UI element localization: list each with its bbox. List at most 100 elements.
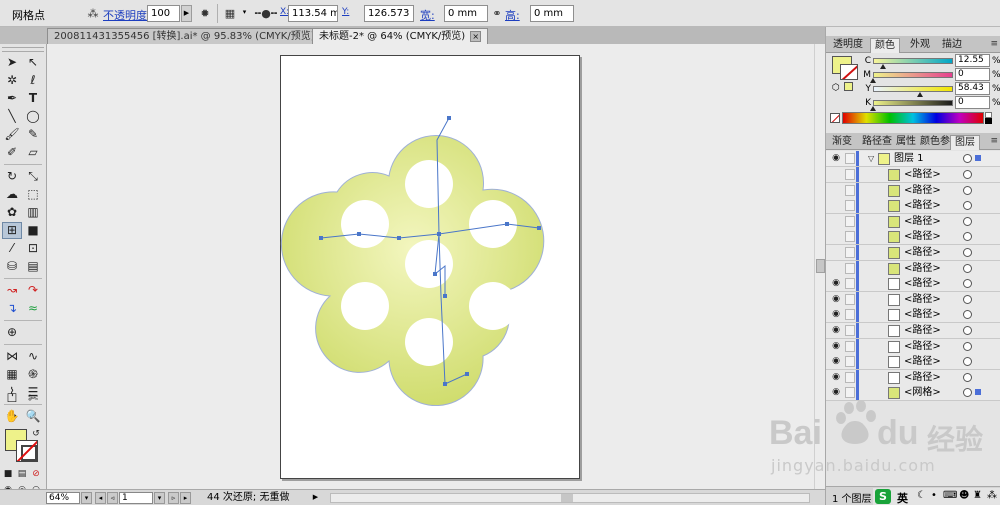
layer-item-row[interactable]: <路径> (826, 182, 1000, 199)
swap-icon[interactable]: ↺ (30, 426, 42, 443)
target-icon[interactable] (963, 248, 972, 257)
eye-icon[interactable] (830, 169, 842, 180)
gear-icon[interactable]: ✹ (196, 5, 214, 22)
target-icon[interactable] (963, 170, 972, 179)
slider-k[interactable]: K 0 % (826, 96, 1000, 111)
zoom-icon[interactable]: 🔍 (23, 408, 43, 425)
layer-name[interactable]: 图层 1 (894, 152, 924, 165)
anchor-handle-icon[interactable]: ╍●╍ (252, 5, 280, 22)
target-icon[interactable] (963, 279, 972, 289)
layer-item-row[interactable]: ◉ <路径> (826, 276, 1000, 293)
vertical-scrollbar[interactable] (814, 44, 825, 489)
eye-icon[interactable]: ◉ (830, 294, 842, 305)
target-icon[interactable] (963, 388, 972, 398)
reference-point-icon[interactable]: ▦ (221, 5, 239, 22)
channel-value[interactable]: 0 (955, 68, 990, 81)
close-icon[interactable]: × (470, 30, 482, 42)
shirt-icon[interactable]: ♜ (973, 490, 982, 501)
slider-m[interactable]: M 0 % (826, 68, 1000, 83)
panel-menu-icon[interactable]: ≡ (990, 39, 998, 49)
width-input[interactable]: 0 mm (444, 5, 488, 22)
lock-toggle[interactable] (845, 340, 855, 352)
item-name[interactable]: <路径> (904, 293, 941, 306)
artboard-icon[interactable]: ☐ (2, 390, 22, 407)
lock-toggle[interactable] (845, 356, 855, 368)
scrollbar-thumb[interactable] (561, 494, 573, 502)
horizontal-scrollbar[interactable] (330, 493, 810, 503)
chevron-down-icon[interactable]: ▾ (239, 5, 250, 22)
hand-icon[interactable]: ✋ (2, 408, 22, 425)
eye-icon[interactable] (830, 231, 842, 242)
layer-item-row[interactable]: <路径> (826, 198, 1000, 215)
item-name[interactable]: <路径> (904, 277, 941, 290)
slider-handle[interactable] (870, 106, 876, 111)
layer-item-row[interactable]: ◉ <路径> (826, 338, 1000, 355)
gradient-mode-icon[interactable]: ▤ (16, 466, 28, 483)
chevron-down-icon[interactable]: ▾ (81, 492, 92, 504)
width-label[interactable]: 宽: (420, 7, 435, 23)
panel-menu-icon[interactable]: ≡ (990, 136, 998, 146)
black-swatch[interactable] (985, 118, 992, 124)
target-icon[interactable] (963, 232, 972, 242)
status-menu-icon[interactable]: ▶ (310, 492, 321, 504)
target-icon[interactable] (963, 310, 972, 320)
eye-icon[interactable]: ◉ (830, 356, 842, 367)
color-mode-icon[interactable]: ■ (2, 466, 14, 483)
lock-toggle[interactable] (845, 262, 855, 274)
item-name[interactable]: <网格> (904, 386, 941, 399)
layer-item-row[interactable]: ◉ <路径> (826, 291, 1000, 308)
layer-item-row[interactable]: <路径> (826, 213, 1000, 230)
target-icon[interactable] (963, 326, 972, 335)
lock-toggle[interactable] (845, 215, 855, 227)
layer-item-row[interactable]: <路径> (826, 229, 1000, 246)
item-name[interactable]: <路径> (904, 230, 941, 243)
tab-stroke[interactable]: 描边 (938, 38, 966, 53)
target-icon[interactable] (963, 201, 972, 211)
eye-icon[interactable] (830, 185, 842, 196)
lock-toggle[interactable] (845, 309, 855, 321)
item-name[interactable]: <路径> (904, 355, 941, 368)
layer-item-row[interactable]: ◉ <路径> (826, 323, 1000, 339)
opacity-link[interactable]: 不透明度: (103, 7, 151, 23)
keyboard-icon[interactable]: ⌨ (943, 490, 957, 501)
eye-icon[interactable]: ◉ (830, 372, 842, 383)
eye-icon[interactable] (830, 247, 842, 258)
chevron-down-icon[interactable]: ▽ (868, 153, 874, 164)
page-field[interactable]: 1 (119, 492, 153, 504)
layer-item-row[interactable]: <路径> (826, 245, 1000, 261)
item-name[interactable]: <路径> (904, 215, 941, 228)
eye-icon[interactable]: ◉ (830, 309, 842, 320)
lock-toggle[interactable] (845, 184, 855, 196)
target-icon[interactable] (963, 357, 972, 367)
opacity-dropdown[interactable]: ▶ (181, 5, 192, 22)
tab-appearance[interactable]: 外观 (906, 38, 934, 53)
slider-track[interactable] (873, 100, 953, 106)
tab-pathfinder[interactable]: 路径查 (858, 135, 896, 150)
eye-icon[interactable]: ◉ (830, 325, 842, 336)
slider-c[interactable]: C 12.55 % (826, 54, 1000, 69)
scrollbar-thumb[interactable] (816, 259, 825, 273)
item-name[interactable]: <路径> (904, 168, 941, 181)
y-input[interactable]: 126.573 mm (364, 5, 414, 22)
layer-item-row[interactable]: ◉ <路径> (826, 369, 1000, 386)
target-icon[interactable] (963, 216, 972, 226)
channel-value[interactable]: 0 (955, 96, 990, 109)
slider-y[interactable]: Y 58.43 % (826, 82, 1000, 97)
y-label[interactable]: Y: (342, 7, 349, 17)
tab-transparency[interactable]: 透明度 (829, 38, 867, 53)
next-page-icon[interactable]: ▹ (168, 492, 179, 504)
stroke-swatch[interactable] (16, 440, 38, 462)
link-icon[interactable]: ⚭ (488, 5, 506, 22)
channel-value[interactable]: 58.43 (955, 82, 990, 95)
slider-track[interactable] (873, 72, 953, 78)
canvas-area[interactable] (47, 44, 814, 489)
eye-icon[interactable]: ◉ (830, 278, 842, 289)
tab-color[interactable]: 颜色 (870, 38, 900, 53)
height-input[interactable]: 0 mm (530, 5, 574, 22)
channel-value[interactable]: 12.55 (955, 54, 990, 67)
first-page-icon[interactable]: ◂ (95, 492, 106, 504)
eye-icon[interactable] (830, 263, 842, 274)
last-page-icon[interactable]: ▸ (180, 492, 191, 504)
item-name[interactable]: <路径> (904, 246, 941, 259)
moon-icon[interactable]: ☾ (917, 490, 926, 501)
